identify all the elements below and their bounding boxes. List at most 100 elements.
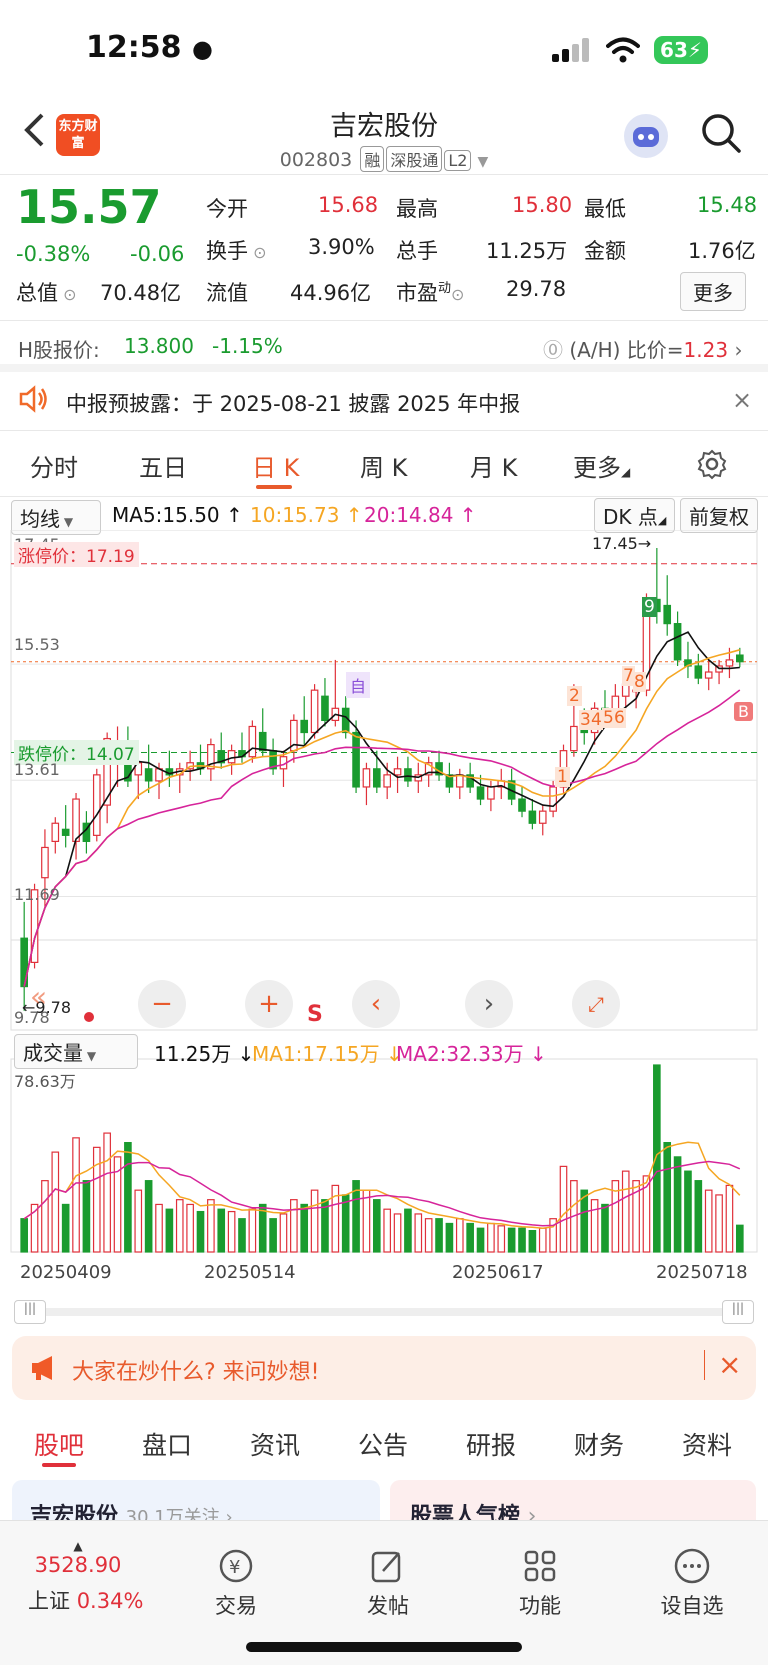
tab-announcements[interactable]: 公告 xyxy=(358,1426,408,1462)
tab-5day[interactable]: 五日 xyxy=(139,448,187,483)
battery-icon: 63 ⚡ xyxy=(654,36,708,64)
chart-scrollbar[interactable]: ||| ||| xyxy=(14,1300,754,1324)
tab-pankou[interactable]: 盘口 xyxy=(142,1426,192,1462)
high-value: 15.80 xyxy=(512,193,573,217)
y-mid1-label: 15.53 xyxy=(14,635,60,654)
vol-ma2-text: MA2:32.33万 xyxy=(396,1042,524,1066)
active-tab-indicator xyxy=(256,485,292,489)
volume-bar xyxy=(300,1203,309,1253)
nav-post[interactable]: 发帖 xyxy=(338,1547,438,1620)
volume-bar xyxy=(341,1194,350,1253)
signal-8: 8 xyxy=(633,672,646,692)
volume-bar xyxy=(124,1142,132,1253)
vol-ma2-value: MA2:32.33万 ↓ xyxy=(396,1042,547,1066)
buy-mark[interactable]: B xyxy=(734,702,753,721)
fullscreen-button[interactable]: ⤢ xyxy=(572,980,620,1028)
change-amount: -0.06 xyxy=(130,242,185,266)
tab-monthly-k[interactable]: 月 K xyxy=(470,448,517,483)
candle-body xyxy=(51,822,60,843)
tab-research[interactable]: 研报 xyxy=(466,1426,516,1462)
tab-profile[interactable]: 资料 xyxy=(682,1426,732,1462)
volume-bar xyxy=(528,1229,537,1253)
candle-body xyxy=(352,731,360,788)
candle-body xyxy=(72,798,80,843)
section-gap xyxy=(0,364,768,372)
candles xyxy=(20,548,744,1011)
ma20-value: 20:14.84 ↑ xyxy=(364,503,477,527)
volume-bar xyxy=(238,1218,246,1253)
search-button[interactable] xyxy=(700,112,742,158)
tab-news[interactable]: 资讯 xyxy=(250,1426,300,1462)
zoom-out-button[interactable]: − xyxy=(138,980,186,1028)
wifi-icon xyxy=(606,37,640,63)
volume-bar xyxy=(673,1156,682,1253)
mktcap-label[interactable]: 总值 ⊙ xyxy=(16,277,77,307)
dk-button[interactable]: DK 点◢ xyxy=(594,498,676,533)
double-chevron-left-icon[interactable]: « xyxy=(30,980,47,1013)
candle-body xyxy=(310,689,319,734)
index-quote[interactable]: ▲ 3528.90 上证 0.34% xyxy=(28,1539,143,1615)
volume-bar xyxy=(601,1203,609,1253)
next-button[interactable]: › xyxy=(465,980,513,1028)
tab-finance[interactable]: 财务 xyxy=(574,1426,624,1462)
ma5-value: MA5:15.50 ↑ xyxy=(112,503,243,527)
candle-body xyxy=(341,707,350,734)
nav-set-watchlist[interactable]: 设自选 xyxy=(642,1547,742,1620)
candle-body xyxy=(144,768,153,782)
zoom-in-button[interactable]: + xyxy=(245,980,293,1028)
volume-bar xyxy=(653,1064,661,1253)
volume-bar xyxy=(404,1208,412,1253)
tab-intraday[interactable]: 分时 xyxy=(30,448,78,483)
dropdown-icon: ▼ xyxy=(83,1049,97,1063)
pe-label[interactable]: 市盈动⊙ xyxy=(396,277,464,307)
adjust-button[interactable]: 前复权 xyxy=(680,498,758,533)
candle-body xyxy=(248,725,257,758)
turnover-label[interactable]: 换手 ⊙ xyxy=(206,235,267,265)
info-icon: ⊙ xyxy=(58,285,77,304)
volume-bar xyxy=(186,1203,194,1253)
notice-text[interactable]: 中报预披露：于 2025-08-21 披露 2025 年中报 xyxy=(66,388,520,418)
assistant-robot-icon[interactable] xyxy=(624,114,668,158)
caret-icon: ◢ xyxy=(657,514,667,527)
question-icon: ⓪ xyxy=(543,338,563,362)
scroll-handle-right[interactable]: ||| xyxy=(722,1300,754,1324)
volume-bar xyxy=(20,1218,29,1253)
self-select-mark[interactable]: 自 xyxy=(346,672,371,698)
volume-bar xyxy=(383,1208,392,1253)
more-button[interactable]: 更多 xyxy=(680,272,746,311)
ask-banner[interactable]: 大家在炒什么? 来问妙想! × xyxy=(12,1336,756,1400)
close-icon[interactable]: × xyxy=(732,386,752,414)
chevron-right-icon: › xyxy=(483,989,495,1019)
vol-ma1-value: MA1:17.15万 ↓ xyxy=(252,1042,403,1066)
candle-body xyxy=(227,750,236,764)
volume-bar xyxy=(435,1218,443,1253)
tab-weekly-k[interactable]: 周 K xyxy=(360,448,407,483)
close-icon[interactable]: × xyxy=(718,1348,741,1381)
turnover-value: 3.90% xyxy=(308,235,375,259)
kline-chart[interactable] xyxy=(0,530,768,1330)
sell-mark[interactable]: S xyxy=(307,1002,323,1027)
candle-body xyxy=(725,659,734,667)
volume-select[interactable]: 成交量 ▼ xyxy=(14,1034,138,1069)
nav-trade[interactable]: ¥ 交易 xyxy=(186,1547,286,1620)
candle-body xyxy=(663,604,672,625)
high-label: 最高 xyxy=(396,197,438,221)
scroll-track xyxy=(14,1308,754,1316)
scroll-handle-left[interactable]: ||| xyxy=(14,1300,46,1324)
tab-more[interactable]: 更多◢ xyxy=(573,448,630,483)
tab-guba[interactable]: 股吧 xyxy=(34,1426,84,1462)
volume-bar xyxy=(559,1165,568,1253)
settings-button[interactable] xyxy=(696,448,728,484)
candle-body xyxy=(321,695,329,722)
volume-bar xyxy=(82,1180,91,1253)
pe-sup: 动 xyxy=(438,281,452,296)
prev-button[interactable]: ‹ xyxy=(352,980,400,1028)
volume-bar xyxy=(445,1222,454,1253)
nav-features[interactable]: 功能 xyxy=(490,1547,590,1620)
candle-body xyxy=(570,725,578,752)
status-icons: 63 ⚡ xyxy=(552,36,708,64)
tab-daily-k[interactable]: 日 K xyxy=(252,448,299,483)
hshare-pct: -1.15% xyxy=(212,334,283,358)
ah-ratio[interactable]: ⓪ (A/H) 比价=1.23 › xyxy=(543,334,742,363)
ma10-value: 10:15.73 ↑ xyxy=(250,503,363,527)
